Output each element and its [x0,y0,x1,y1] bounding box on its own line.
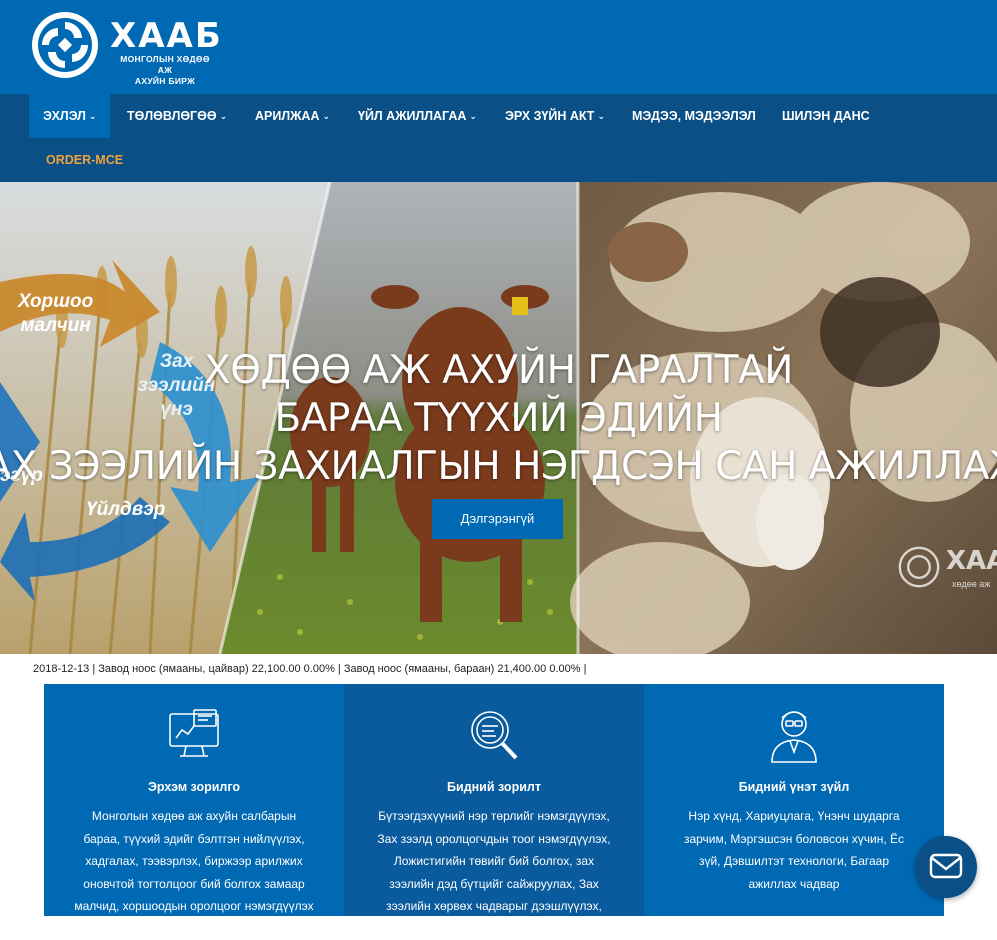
person-icon [771,711,817,763]
chevron-down-icon: ⌄ [322,111,331,121]
feature-title: Бидний үнэт зүйл [738,780,850,794]
price-ticker: 2018-12-13 | Завод ноос (ямааны, цайвар)… [33,663,587,675]
chat-button[interactable] [915,836,977,898]
feature-text: Монголын хөдөө аж ахуйн салбарын бараа, … [74,809,314,913]
chevron-down-icon: ⌄ [88,111,97,121]
hero-title: ХӨДӨӨ АЖ АХУЙН ГАРАЛТАЙ БАРАА ТҮҮХИЙ ЭДИ… [0,347,997,491]
cycle-label-factory: Үйлдвэр [86,499,166,520]
nav-item-legal[interactable]: ЭРХ ЗҮЙН АКТ ⌄ [505,94,605,138]
logo-subtitle-line-1: МОНГОЛЫН ХӨДӨӨ АЖ [120,54,210,75]
nav-label: ORDER-MCE [46,153,124,167]
nav-label: ЭХЛЭЛ [43,109,86,123]
feature-title: Бидний зорилт [447,780,541,794]
cycle-label-cooperative: Хоршоо малчин [18,290,93,338]
logo-subtitle: МОНГОЛЫН ХӨДӨӨ АЖ АХУЙН БИРЖ [120,54,210,87]
nav-label: ҮЙЛ АЖИЛЛАГАА [358,109,467,123]
site-logo[interactable]: ХААБ МОНГОЛЫН ХӨДӨӨ АЖ АХУЙН БИРЖ [30,10,240,86]
hero-title-line-1: ХӨДӨӨ АЖ АХУЙН ГАРАЛТАЙ [204,348,793,393]
feature-section: Эрхэм зорилго Монголын хөдөө аж ахуйн са… [44,684,944,936]
chevron-down-icon: ⌄ [597,111,605,121]
nav-item-home[interactable]: ЭХЛЭЛ ⌄ [29,94,111,138]
logo-subtitle-line-2: АХУЙН БИРЖ [134,76,196,86]
nav-label: ШИЛЭН ДАНС [782,109,870,123]
hero-watermark-logo: ХААБ хөдөө аж [898,544,997,594]
nav-item-operations[interactable]: ҮЙЛ АЖИЛЛАГАА ⌄ [358,94,477,138]
nav-label: МЭДЭЭ, МЭДЭЭЛЭЛ [632,109,756,123]
nav-item-trading[interactable]: АРИЛЖАА ⌄ [255,94,330,138]
feature-card-goals: Бидний зорилт Бүтээгдэхүүний нэр төрлийг… [344,684,644,936]
feature-text: Бүтээгдэхүүний нэр төрлийг нэмэгдүүлэх, … [377,809,611,936]
feature-title: Эрхэм зорилго [147,780,241,794]
chevron-down-icon: ⌄ [219,111,228,121]
nav-item-order-mce[interactable]: ORDER-MCE [46,138,123,182]
nav-label: АРИЛЖАА [255,109,320,123]
chevron-down-icon: ⌄ [469,111,477,121]
cycle-label-line: Хоршоо [18,291,94,312]
nav-label: ЭРХ ЗҮЙН АКТ [505,109,595,123]
logo-wordmark: ХААБ [110,16,223,56]
watermark-word: ХААБ [946,546,997,576]
nav-item-plan[interactable]: ТӨЛӨВЛӨГӨӨ ⌄ [127,94,227,138]
feature-card-mission: Эрхэм зорилго Монголын хөдөө аж ахуйн са… [44,684,344,916]
cycle-label-line: малчин [20,315,91,336]
main-nav: ЭХЛЭЛ ⌄ ТӨЛӨВЛӨГӨӨ ⌄ АРИЛЖАА ⌄ ҮЙЛ АЖИЛЛАГА… [0,94,997,182]
hero-title-line-3: ЗАХ ЗЭЭЛИЙН ЗАХИАЛГЫН НЭГДСЭН САН АЖИЛЛА… [0,444,997,489]
watermark-subtitle: хөдөө аж [952,579,991,589]
magnifier-icon [471,711,518,760]
nav-item-news[interactable]: МЭДЭЭ, МЭДЭЭЛЭЛ [632,94,756,138]
hero-title-line-2: БАРАА ТҮҮХИЙ ЭДИЙН [274,396,723,441]
feature-text: Нэр хүнд, Хариуцлага, Үнэнч шударга зарч… [683,809,905,891]
computer-icon [169,709,219,757]
nav-item-transparent-account[interactable]: ШИЛЭН ДАНС [782,94,870,138]
hero-banner: Хоршоо малчин Зах зээлийн үнэ Үйлдвэр эг… [0,182,997,654]
details-button[interactable]: Дэлгэрэнгүй [432,499,563,539]
logo-emblem-icon [32,12,98,78]
logo-emblem-icon [898,546,940,588]
envelope-icon [929,853,963,879]
feature-card-values: Бидний үнэт зүйл Нэр хүнд, Хариуцлага, Ү… [644,684,944,916]
nav-label: ТӨЛӨВЛӨГӨӨ [127,109,217,123]
site-header: ХААБ МОНГОЛЫН ХӨДӨӨ АЖ АХУЙН БИРЖ [0,0,997,94]
